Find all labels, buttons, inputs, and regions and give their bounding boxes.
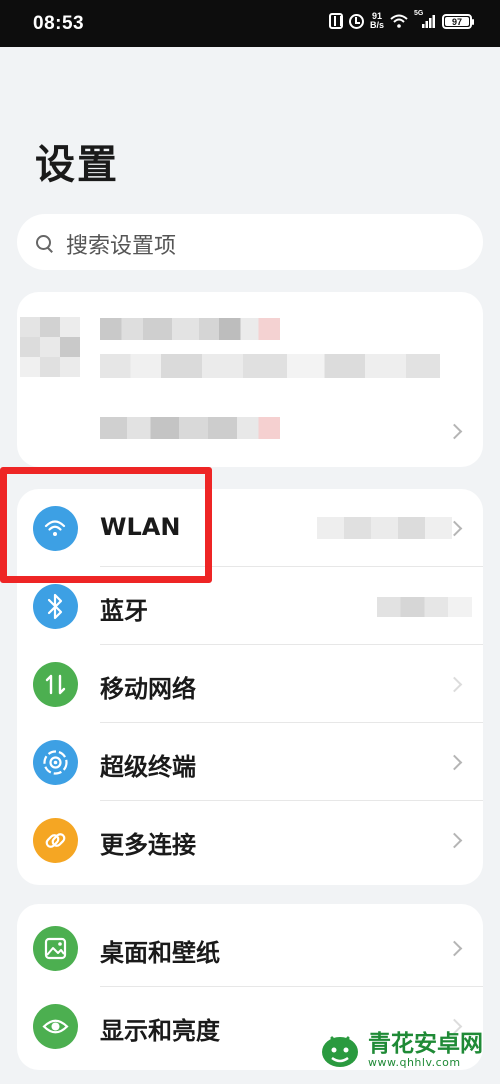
account-subtitle (100, 354, 440, 378)
watermark-logo-icon (322, 1036, 358, 1067)
mobile-data-icon (33, 662, 78, 707)
highlight-annotation (0, 467, 212, 583)
settings-item-label: 超级终端 (100, 753, 196, 781)
network-speed-unit: B/s (369, 20, 384, 30)
account-card[interactable] (17, 292, 483, 467)
wlan-network-name (317, 517, 452, 539)
settings-item-wallpaper[interactable]: 桌面和壁纸 (17, 909, 483, 987)
cell-signal-icon: 5G (414, 10, 436, 29)
alarm-icon (348, 13, 364, 29)
wallpaper-icon (33, 926, 78, 971)
watermark-url: www.qhhlv.com (368, 1055, 461, 1069)
link-icon (33, 818, 78, 863)
super-device-icon (33, 740, 78, 785)
chevron-right-icon (446, 832, 463, 849)
page-title: 设置 (35, 142, 119, 188)
account-name (100, 318, 280, 340)
account-service (100, 417, 280, 439)
settings-item-mobile-network[interactable]: 移动网络 (17, 645, 483, 723)
settings-item-label: 蓝牙 (100, 597, 148, 625)
signal-5g-label: 5G (414, 10, 424, 17)
bluetooth-icon (33, 584, 78, 629)
settings-item-label: 移动网络 (100, 675, 196, 703)
chevron-right-icon (446, 676, 463, 693)
settings-item-label: 桌面和壁纸 (100, 939, 220, 967)
battery-icon: 97 (442, 13, 474, 29)
chevron-right-icon (446, 423, 463, 440)
eye-icon (33, 1004, 78, 1049)
chevron-right-icon (446, 754, 463, 771)
watermark-name: 青花安卓网 (368, 1030, 483, 1057)
account-avatar (20, 317, 80, 377)
network-speed: 91 B/s (370, 12, 384, 30)
settings-item-label: 显示和亮度 (100, 1017, 220, 1045)
status-icons: 91 B/s 5G 97 (328, 10, 474, 30)
search-icon (36, 235, 51, 250)
status-bar: 08:53 91 B/s 5G 97 (0, 0, 500, 47)
chevron-right-icon (446, 940, 463, 957)
watermark: 青花安卓网 www.qhhlv.com (318, 1028, 483, 1072)
search-placeholder: 搜索设置项 (66, 234, 177, 259)
bluetooth-status (377, 597, 472, 617)
settings-item-label: 更多连接 (100, 831, 196, 859)
settings-item-super-device[interactable]: 超级终端 (17, 723, 483, 801)
settings-item-more-connections[interactable]: 更多连接 (17, 801, 483, 879)
nfc-icon (328, 13, 343, 29)
battery-level: 97 (445, 16, 469, 27)
status-time: 08:53 (33, 13, 85, 34)
search-bar[interactable]: 搜索设置项 (17, 214, 483, 270)
wifi-status-icon (390, 14, 408, 28)
